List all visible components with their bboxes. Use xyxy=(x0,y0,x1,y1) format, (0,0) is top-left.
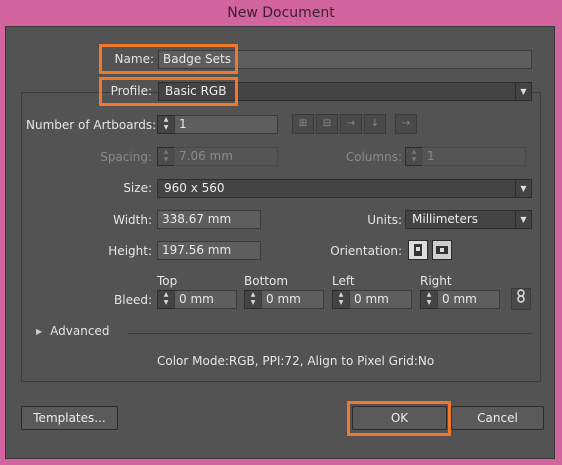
portrait-orientation-button[interactable] xyxy=(408,240,428,260)
advanced-label: Advanced xyxy=(50,324,110,338)
orientation-label: Orientation: xyxy=(330,244,402,258)
name-input[interactable]: Badge Sets xyxy=(158,50,532,69)
landscape-orientation-button[interactable] xyxy=(432,240,452,260)
artboards-stepper[interactable]: ▲ ▼ xyxy=(157,115,175,134)
chevron-down-icon: ▼ xyxy=(515,211,531,228)
units-label: Units: xyxy=(367,213,402,227)
change-to-rtl-icon[interactable]: → xyxy=(395,114,417,134)
advanced-divider xyxy=(128,333,532,334)
bleed-label: Bleed: xyxy=(114,293,152,307)
profile-label: Profile: xyxy=(110,84,152,98)
new-document-dialog: Name: Badge Sets Profile: Basic RGB ▼ Nu… xyxy=(5,26,555,459)
bleed-top-label: Top xyxy=(157,274,178,288)
size-label: Size: xyxy=(123,181,152,195)
bleed-right-label: Right xyxy=(420,274,452,288)
size-value: 960 x 560 xyxy=(164,181,225,195)
bleed-right-input[interactable]: 0 mm xyxy=(437,290,500,309)
document-summary: Color Mode:RGB, PPI:72, Align to Pixel G… xyxy=(157,354,435,368)
name-label: Name: xyxy=(114,52,154,66)
advanced-toggle[interactable]: ▶ Advanced xyxy=(36,324,109,338)
document-settings-group xyxy=(21,92,541,382)
grid-by-column-icon[interactable]: ⊟ xyxy=(316,114,338,134)
chevron-down-icon: ▼ xyxy=(515,83,531,100)
spacing-input[interactable]: 7.06 mm xyxy=(174,147,278,166)
bleed-left-stepper[interactable]: ▲ ▼ xyxy=(332,290,350,309)
chain-link-icon xyxy=(517,289,525,303)
artboards-label: Number of Artboards: xyxy=(26,118,157,132)
ok-button[interactable]: OK xyxy=(352,406,447,430)
bleed-top-stepper[interactable]: ▲ ▼ xyxy=(157,290,175,309)
units-value: Millimeters xyxy=(412,212,479,226)
link-bleed-icon[interactable] xyxy=(511,288,531,310)
bleed-bottom-stepper[interactable]: ▲ ▼ xyxy=(244,290,262,309)
bleed-left-input[interactable]: 0 mm xyxy=(349,290,412,309)
columns-input[interactable]: 1 xyxy=(422,147,526,166)
width-label: Width: xyxy=(113,213,152,227)
portrait-icon xyxy=(414,244,422,256)
arrange-by-row-icon[interactable]: → xyxy=(340,114,362,134)
profile-value: Basic RGB xyxy=(165,84,227,98)
spacing-stepper[interactable]: ▲ ▼ xyxy=(157,147,175,166)
artboards-input[interactable]: 1 xyxy=(174,115,278,134)
columns-label: Columns: xyxy=(345,150,402,164)
cancel-button[interactable]: Cancel xyxy=(451,406,544,430)
chevron-down-icon: ▼ xyxy=(515,180,531,197)
window-title: New Document xyxy=(227,5,335,21)
height-label: Height: xyxy=(108,244,152,258)
arrange-by-column-icon[interactable]: ↓ xyxy=(364,114,386,134)
landscape-icon xyxy=(436,246,448,254)
bleed-right-stepper[interactable]: ▲ ▼ xyxy=(420,290,438,309)
bleed-left-label: Left xyxy=(332,274,355,288)
height-input[interactable]: 197.56 mm xyxy=(157,241,261,260)
units-select[interactable]: Millimeters ▼ xyxy=(405,210,532,229)
templates-button[interactable]: Templates... xyxy=(21,406,118,430)
columns-stepper[interactable]: ▲ ▼ xyxy=(405,147,423,166)
bleed-bottom-input[interactable]: 0 mm xyxy=(261,290,324,309)
size-select[interactable]: 960 x 560 ▼ xyxy=(157,179,532,198)
width-input[interactable]: 338.67 mm xyxy=(157,210,261,229)
profile-select[interactable]: Basic RGB ▼ xyxy=(158,82,532,101)
grid-by-row-icon[interactable]: ⊞ xyxy=(292,114,314,134)
bleed-bottom-label: Bottom xyxy=(244,274,289,288)
expand-arrow-icon: ▶ xyxy=(36,326,43,336)
bleed-top-input[interactable]: 0 mm xyxy=(174,290,237,309)
spacing-label: Spacing: xyxy=(100,150,152,164)
